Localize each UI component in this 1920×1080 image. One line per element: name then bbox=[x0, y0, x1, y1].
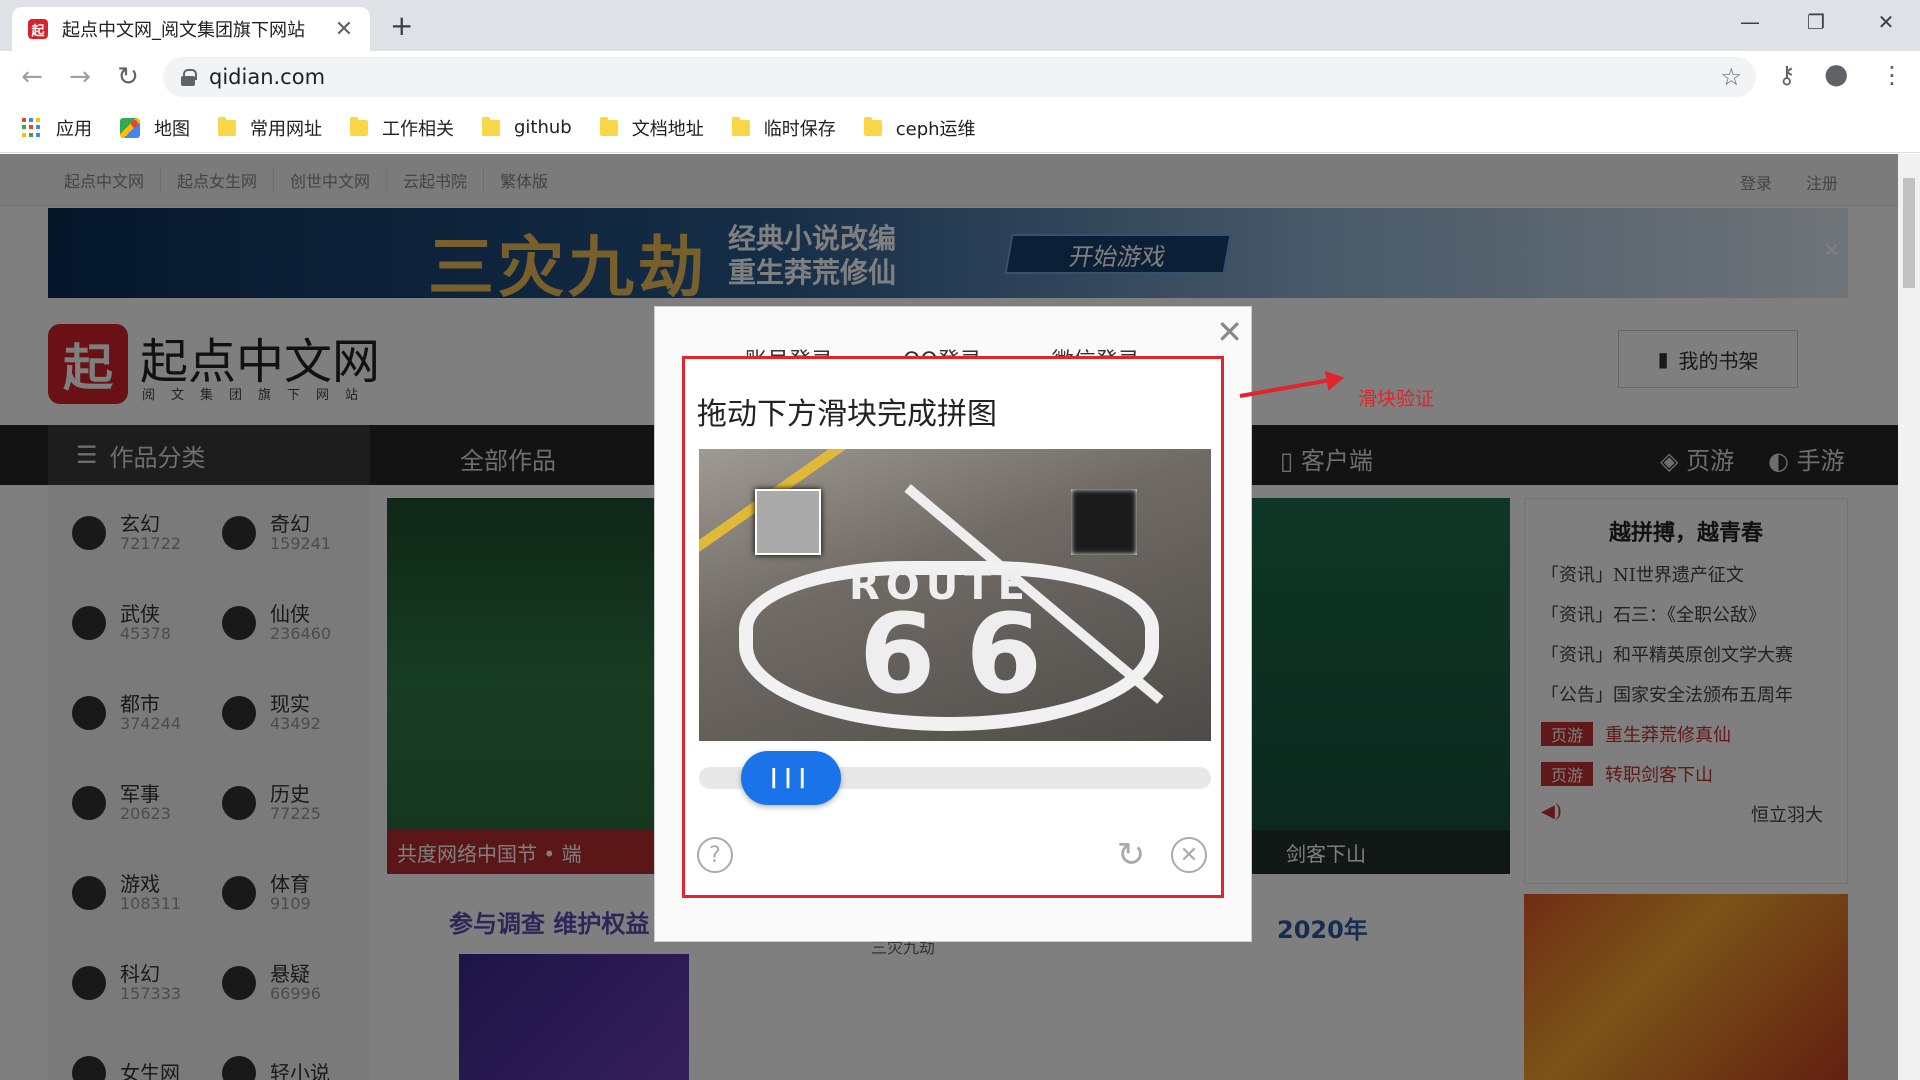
captcha-title: 拖动下方滑块完成拼图 bbox=[697, 397, 997, 432]
captcha-close-icon[interactable]: ✕ bbox=[1171, 837, 1207, 873]
help-icon[interactable]: ? bbox=[697, 837, 733, 873]
bookmark-label: 临时保存 bbox=[763, 118, 836, 140]
bookmarks-bar: 应用 地图 常用网址 工作相关 github 文档地址 临时保存 ceph运维 bbox=[0, 103, 1920, 153]
folder-icon bbox=[863, 116, 882, 136]
bookmark-folder[interactable]: 常用网址 bbox=[218, 115, 322, 141]
bookmark-label: 应用 bbox=[56, 118, 92, 140]
slider-handle[interactable]: III bbox=[741, 751, 841, 805]
reload-icon[interactable]: ↻ bbox=[112, 63, 144, 91]
bookmark-folder[interactable]: github bbox=[482, 116, 572, 138]
annotation-label: 滑块验证 bbox=[1358, 388, 1435, 410]
puzzle-image: ROUTE 66 bbox=[699, 449, 1211, 741]
forward-icon[interactable]: → bbox=[64, 63, 96, 91]
login-close-icon[interactable]: ✕ bbox=[1216, 313, 1243, 351]
url-text: qidian.com bbox=[209, 65, 326, 89]
tab-close-icon[interactable]: ✕ bbox=[332, 17, 356, 42]
maps-icon bbox=[120, 117, 140, 138]
refresh-icon[interactable]: ↻ bbox=[1113, 835, 1149, 875]
bookmark-label: 文档地址 bbox=[631, 118, 704, 140]
back-icon[interactable]: ← bbox=[16, 63, 48, 91]
bookmark-folder[interactable]: ceph运维 bbox=[863, 115, 976, 141]
puzzle-hole bbox=[1071, 489, 1137, 555]
tab-title: 起点中文网_阅文集团旗下网站 bbox=[62, 20, 305, 41]
menu-kebab-icon[interactable]: ⋮ bbox=[1880, 61, 1904, 89]
route-number: 66 bbox=[859, 590, 1073, 718]
slider-captcha: 拖动下方滑块完成拼图 ROUTE 66 III ? ↻ ✕ bbox=[682, 356, 1224, 898]
scrollbar-thumb[interactable] bbox=[1903, 178, 1915, 288]
slider-track[interactable]: III bbox=[699, 751, 1211, 805]
profile-avatar-icon[interactable]: ● bbox=[1824, 57, 1848, 90]
bookmark-label: github bbox=[514, 117, 572, 138]
address-bar[interactable]: qidian.com ☆ bbox=[163, 57, 1756, 97]
minimize-icon[interactable]: — bbox=[1730, 10, 1770, 34]
folder-icon bbox=[218, 116, 236, 136]
bookmark-label: 常用网址 bbox=[250, 118, 322, 140]
bookmark-apps[interactable]: 应用 bbox=[22, 115, 92, 141]
folder-icon bbox=[482, 116, 500, 136]
bookmark-label: 工作相关 bbox=[382, 118, 454, 140]
bookmark-star-icon[interactable]: ☆ bbox=[1720, 63, 1742, 91]
folder-icon bbox=[731, 116, 750, 136]
bookmark-folder[interactable]: 文档地址 bbox=[599, 115, 704, 141]
browser-toolbar: ← → ↻ qidian.com ☆ ⚷ ● ⋮ bbox=[0, 51, 1920, 103]
browser-tabstrip: 起 起点中文网_阅文集团旗下网站 ✕ + — ❐ ✕ bbox=[0, 0, 1920, 51]
window-close-icon[interactable]: ✕ bbox=[1866, 10, 1906, 34]
puzzle-piece[interactable] bbox=[755, 489, 821, 555]
folder-icon bbox=[599, 116, 618, 136]
key-icon[interactable]: ⚷ bbox=[1778, 61, 1796, 89]
folder-icon bbox=[350, 116, 368, 136]
lock-icon bbox=[181, 69, 197, 86]
page-scrollbar[interactable] bbox=[1898, 154, 1920, 1080]
road-line-yellow bbox=[699, 449, 1006, 579]
bookmark-folder[interactable]: 临时保存 bbox=[731, 115, 836, 141]
browser-tab[interactable]: 起 起点中文网_阅文集团旗下网站 ✕ bbox=[12, 7, 370, 51]
bookmark-label: 地图 bbox=[154, 118, 190, 140]
bookmark-label: ceph运维 bbox=[895, 118, 976, 140]
apps-grid-icon bbox=[22, 117, 42, 138]
restore-icon[interactable]: ❐ bbox=[1796, 10, 1836, 34]
site-favicon-icon: 起 bbox=[28, 19, 48, 39]
new-tab-icon[interactable]: + bbox=[390, 10, 413, 42]
bookmark-folder[interactable]: 工作相关 bbox=[350, 115, 454, 141]
bookmark-maps[interactable]: 地图 bbox=[120, 115, 190, 141]
